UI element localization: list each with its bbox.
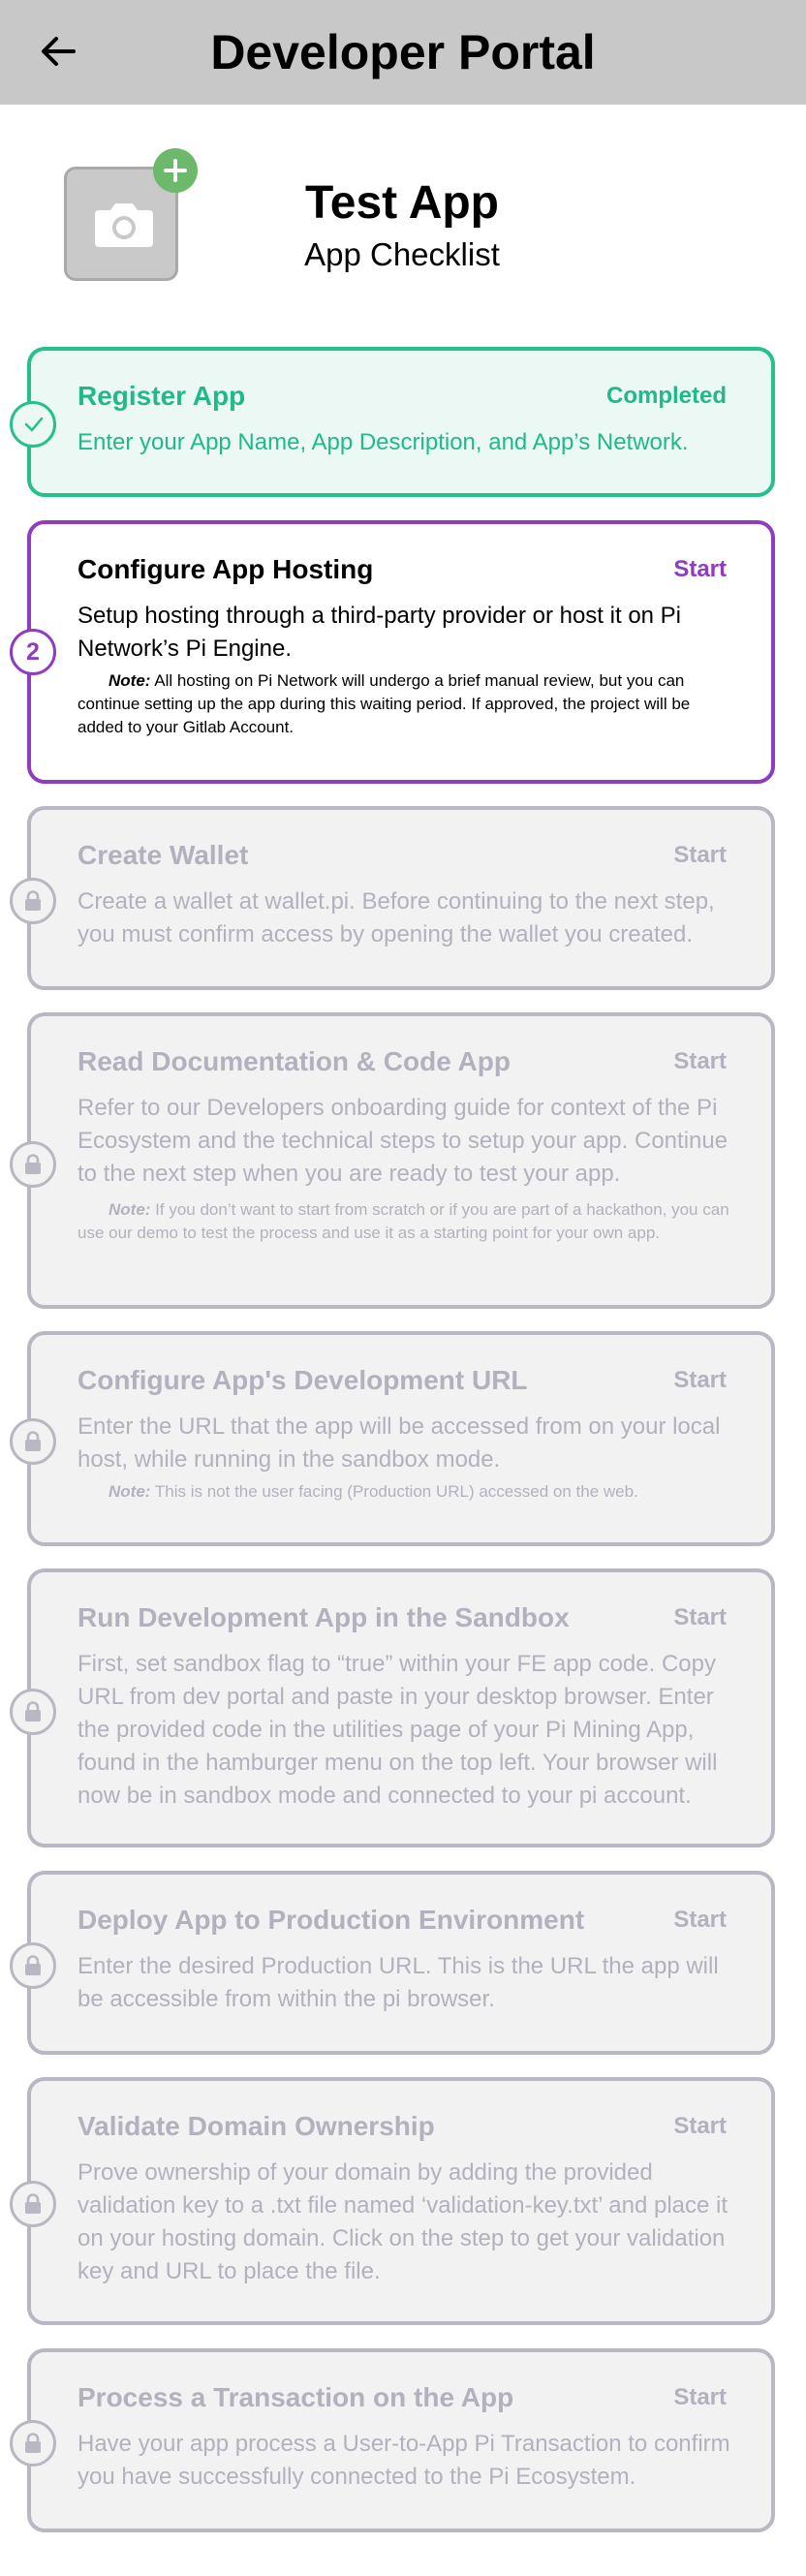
lock-icon (25, 1431, 41, 1451)
camera-icon (95, 203, 153, 247)
step-title: Read Documentation & Code App (78, 1046, 511, 1076)
step-number: 2 (26, 638, 40, 666)
step-marker (10, 2181, 56, 2227)
step-title: Configure App's Development URL (78, 1365, 528, 1395)
step-description: Create a wallet at wallet.pi. Before con… (78, 888, 715, 947)
lock-icon (25, 1154, 41, 1174)
step-marker (10, 1418, 56, 1465)
step-status[interactable]: Start (673, 2384, 727, 2411)
step-title: Deploy App to Production Environment (78, 1905, 585, 1935)
add-photo-button[interactable] (153, 148, 198, 193)
step-description: Setup hosting through a third-party prov… (78, 603, 682, 662)
step-marker (10, 401, 56, 448)
step-status[interactable]: Start (673, 556, 727, 583)
step-description: Enter the desired Production URL. This i… (78, 1953, 719, 2012)
step-note: Note: This is not the user facing (Produ… (78, 1480, 736, 1504)
lock-icon (25, 1955, 41, 1975)
step-description: Refer to our Developers onboarding guide… (78, 1095, 728, 1187)
step-status[interactable]: Start (673, 2113, 727, 2140)
step-process-transaction[interactable]: Process a Transaction on the App Start H… (10, 2348, 775, 2532)
lock-icon (25, 890, 41, 911)
note-label: Note: (108, 1200, 151, 1219)
top-bar: Developer Portal (0, 0, 806, 105)
note-text: This is not the user facing (Production … (150, 1482, 638, 1501)
step-marker (10, 1942, 56, 1989)
lock-icon (25, 1701, 41, 1722)
step-read-documentation[interactable]: Read Documentation & Code App Start Refe… (10, 1012, 775, 1309)
step-title: Configure App Hosting (78, 554, 374, 584)
note-text: If you don’t want to start from scratch … (78, 1200, 729, 1242)
app-checklist-label: App Checklist (304, 236, 500, 272)
note-text: All hosting on Pi Network will undergo a… (78, 671, 691, 736)
step-register-app[interactable]: Register App Completed Enter your App Na… (10, 347, 775, 497)
step-status[interactable]: Start (673, 1367, 727, 1394)
step-description: Enter the URL that the app will be acces… (78, 1413, 721, 1473)
note-label: Note: (108, 1482, 151, 1501)
step-title: Run Development App in the Sandbox (78, 1602, 570, 1632)
step-configure-development-url[interactable]: Configure App's Development URL Start En… (10, 1331, 775, 1546)
step-description: First, set sandbox flag to “true” within… (78, 1651, 718, 1809)
app-name: Test App (305, 177, 499, 229)
step-deploy-to-production[interactable]: Deploy App to Production Environment Sta… (10, 1871, 775, 2055)
step-note: Note: All hosting on Pi Network will und… (78, 669, 736, 739)
step-description: Have your app process a User-to-App Pi T… (78, 2431, 730, 2490)
step-validate-domain-ownership[interactable]: Validate Domain Ownership Start Prove ow… (10, 2077, 775, 2325)
step-description: Prove ownership of your domain by adding… (78, 2159, 728, 2284)
step-configure-app-hosting[interactable]: 2 Configure App Hosting Start Setup host… (10, 520, 775, 784)
step-marker (10, 1689, 56, 1735)
step-note: Note: If you don’t want to start from sc… (78, 1198, 736, 1245)
plus-icon (164, 159, 187, 182)
step-status[interactable]: Start (673, 1604, 727, 1631)
step-marker (10, 1141, 56, 1188)
lock-icon (25, 2433, 41, 2453)
step-status[interactable]: Completed (606, 383, 727, 410)
step-title: Register App (78, 381, 246, 411)
lock-icon (25, 2193, 41, 2214)
step-run-in-sandbox[interactable]: Run Development App in the Sandbox Start… (10, 1568, 775, 1847)
step-create-wallet[interactable]: Create Wallet Start Create a wallet at w… (10, 806, 775, 990)
check-icon (24, 417, 44, 432)
step-status[interactable]: Start (673, 1907, 727, 1934)
step-marker: 2 (10, 629, 56, 675)
step-marker (10, 878, 56, 924)
page-title: Developer Portal (210, 25, 596, 79)
note-label: Note: (108, 671, 151, 690)
step-title: Process a Transaction on the App (78, 2382, 514, 2412)
step-marker (10, 2420, 56, 2467)
step-status[interactable]: Start (673, 1048, 727, 1075)
step-description: Enter your App Name, App Description, an… (78, 429, 689, 455)
step-title: Create Wallet (78, 840, 249, 870)
step-status[interactable]: Start (673, 842, 727, 869)
step-title: Validate Domain Ownership (78, 2111, 435, 2141)
